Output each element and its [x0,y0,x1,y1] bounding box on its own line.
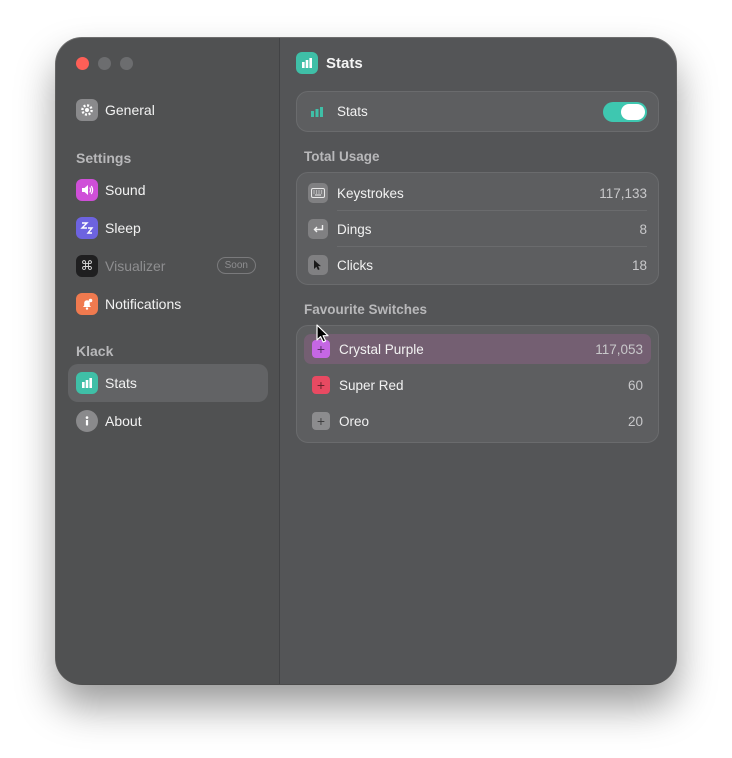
row-label: Dings [337,221,372,237]
toggle-knob [621,103,645,120]
list-item[interactable]: + Super Red 60 [304,370,651,400]
close-button[interactable] [76,57,89,70]
list-item[interactable]: + Crystal Purple 117,053 [304,334,651,364]
return-key-icon [308,219,328,239]
zoom-button[interactable] [120,57,133,70]
info-icon [76,410,98,432]
sidebar-item-label: About [105,413,142,429]
main-pane: Stats Stats Total Usage Keystrokes 117,1… [280,38,676,684]
sleep-zz-icon [76,217,98,239]
row-value: 60 [627,377,643,393]
favourite-switches-title: Favourite Switches [304,302,428,317]
bell-icon [76,293,98,315]
section-settings-label: Settings [76,150,132,166]
sidebar-item-sound[interactable]: Sound [68,171,268,209]
minimize-button[interactable] [98,57,111,70]
command-icon: ⌘ [76,255,98,277]
sidebar-item-general[interactable]: General [68,91,268,129]
speaker-icon [76,179,98,201]
stats-toggle-row: Stats [297,92,658,131]
sidebar: General Settings Sound Sleep ⌘ Visualize… [56,38,280,684]
keyboard-icon [308,183,328,203]
settings-window: General Settings Sound Sleep ⌘ Visualize… [56,38,676,684]
sidebar-item-notifications[interactable]: Notifications [68,285,268,323]
switch-plus-icon: + [312,376,330,394]
bar-chart-icon [308,102,328,122]
row-label: Keystrokes [337,185,404,201]
total-usage-card: Keystrokes 117,133 Dings 8 Clicks 18 [296,172,659,285]
stats-toggle-card: Stats [296,91,659,132]
sidebar-item-label: General [105,102,155,118]
row-value: 117,133 [599,185,647,201]
sidebar-item-label: Sleep [105,220,141,236]
sidebar-item-label: Stats [105,375,137,391]
row-label: Super Red [339,377,404,393]
sidebar-item-visualizer[interactable]: ⌘ Visualizer Soon [68,247,268,285]
section-klack-label: Klack [76,343,114,359]
sidebar-item-label: Visualizer [105,258,166,274]
stats-toggle-label: Stats [337,104,368,119]
page-title: Stats [326,54,363,72]
row-label: Crystal Purple [339,341,424,357]
bar-chart-icon [76,372,98,394]
sidebar-item-about[interactable]: About [68,402,268,440]
sidebar-item-label: Sound [105,182,146,198]
total-usage-title: Total Usage [304,149,380,164]
list-item: Keystrokes 117,133 [297,175,658,211]
row-label: Oreo [339,413,370,429]
sidebar-item-sleep[interactable]: Sleep [68,209,268,247]
pointer-icon [308,255,328,275]
row-value: 117,053 [595,341,643,357]
row-value: 18 [631,257,647,273]
mouse-cursor-icon [316,324,329,343]
favourite-switches-card: + Crystal Purple 117,053 + Super Red 60 … [296,325,659,443]
bar-chart-icon [296,52,318,74]
list-item: Clicks 18 [297,247,658,283]
row-value: 8 [639,221,647,237]
stats-toggle-switch[interactable] [603,101,647,122]
list-item: Dings 8 [297,211,658,247]
window-controls [76,57,133,70]
row-value: 20 [627,413,643,429]
switch-plus-icon: + [312,412,330,430]
sidebar-item-stats[interactable]: Stats [68,364,268,402]
gear-icon [76,99,98,121]
row-label: Clicks [337,257,373,273]
list-item[interactable]: + Oreo 20 [304,406,651,436]
sidebar-item-label: Notifications [105,296,182,312]
page-header: Stats [296,52,363,74]
soon-badge: Soon [216,257,256,274]
